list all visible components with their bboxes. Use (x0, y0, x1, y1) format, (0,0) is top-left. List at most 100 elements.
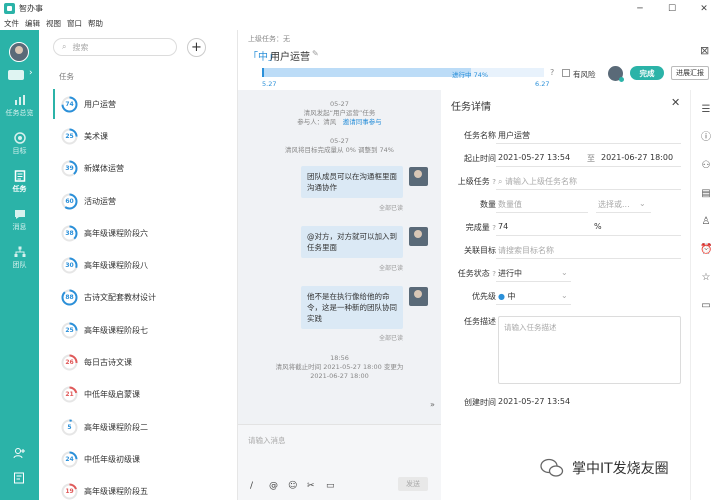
nav-item-message[interactable]: 消息 (0, 208, 39, 240)
info-icon[interactable]: ⓘ (700, 132, 712, 144)
progress-ring: 30 (61, 257, 78, 274)
description-textarea[interactable]: 请输入任务描述 (498, 316, 681, 384)
task-row[interactable]: 24 中低年级初级课 (53, 443, 238, 475)
folder-icon[interactable]: ▭ (326, 481, 345, 491)
send-button[interactable]: 发送 (398, 477, 428, 491)
progress-bar[interactable]: 进行中 74% (262, 68, 544, 79)
task-row[interactable]: 19 高年级课程阶段五 (53, 476, 238, 500)
task-row[interactable]: 60 活动运营 (53, 185, 238, 217)
progress-report-button[interactable]: 进展汇报 (671, 66, 709, 80)
help-icon[interactable]: ? (492, 224, 496, 232)
field-label-text: 任务状态 (457, 269, 490, 278)
add-task-button[interactable]: + (187, 38, 206, 57)
task-list: 74 用户运营 25 美术课 39 新媒体运营 60 活动运营 38 高年级课程阶段六 30 高年级课… (53, 88, 238, 500)
nav-item-overview[interactable]: 任务总览 (0, 94, 39, 126)
chat-bubble[interactable]: 团队成员可以在沟通框里面沟通协作 (301, 166, 403, 198)
quantity-input[interactable]: 数量值 (498, 199, 522, 210)
field-label: 完成量 ? (466, 222, 496, 233)
status-select[interactable]: 进行中 (498, 268, 522, 279)
priority-select[interactable]: ● 中 (498, 291, 516, 302)
task-row[interactable]: 25 美术课 (53, 120, 238, 152)
task-row[interactable]: 38 高年级课程阶段六 (53, 217, 238, 249)
goal-search-input[interactable]: 请搜索目标名称 (498, 245, 554, 256)
card-icon[interactable] (8, 70, 24, 80)
alarm-icon[interactable]: ⏰ (700, 244, 712, 256)
field-label: 关联目标 (464, 246, 496, 255)
sender-avatar[interactable] (409, 287, 428, 306)
end-time-value[interactable]: 2021-06-27 18:00 (601, 153, 673, 162)
task-row[interactable]: 5 高年级课程阶段二 (53, 411, 238, 443)
add-contact-icon[interactable] (13, 447, 25, 459)
message-text: 参与人：清风 (297, 118, 337, 126)
help-icon[interactable]: ? (492, 270, 496, 278)
nav-item-team[interactable]: 团队 (0, 246, 39, 278)
task-row[interactable]: 39 新媒体运营 (53, 153, 238, 185)
note-icon[interactable] (13, 472, 25, 484)
start-time-value[interactable]: 2021-05-27 13:54 (498, 153, 570, 162)
task-row[interactable]: 88 古诗文配套教材设计 (53, 282, 238, 314)
close-window-button[interactable]: ✕ (688, 0, 720, 17)
task-header: 上级任务：无 「中」 用户运营 ✎ ⊠ 进行中 74% 5.27 6.27 ? … (238, 30, 720, 90)
user-icon[interactable]: ♙ (700, 216, 712, 228)
list-icon[interactable]: ☰ (700, 104, 712, 116)
chevron-down-icon[interactable]: ⌄ (561, 268, 568, 277)
parent-task-input[interactable]: ⌕ 请输入上级任务名称 (498, 176, 577, 187)
completion-input[interactable]: 74 (498, 222, 508, 231)
nav-item-task[interactable]: 任务 (0, 170, 39, 202)
maximize-button[interactable]: ☐ (656, 0, 688, 17)
invite-link[interactable]: 邀请同事参与 (343, 118, 382, 126)
menu-window[interactable]: 窗口 (67, 18, 82, 29)
complete-button[interactable]: 完成 (630, 66, 664, 80)
task-row[interactable]: 21 中低年级启蒙课 (53, 379, 238, 411)
chat-bubble[interactable]: 他不是在执行像给他的命令，这是一种新的团队协同实践 (301, 286, 403, 329)
progress-value: 26 (65, 359, 74, 367)
field-label: 优先级 (472, 292, 496, 301)
task-row[interactable]: 26 每日古诗文课 (53, 346, 238, 378)
avatar[interactable] (9, 42, 29, 62)
emoji-icon[interactable]: ☺ (288, 481, 307, 491)
chevron-right-icon[interactable]: › (29, 68, 33, 78)
help-icon[interactable]: ? (492, 178, 496, 186)
member-settings-icon[interactable]: ⚇ (700, 160, 712, 172)
progress-value: 21 (65, 391, 74, 399)
menu-file[interactable]: 文件 (4, 18, 19, 29)
task-name-value[interactable]: 用户运营 (498, 130, 530, 141)
task-name: 中低年级启蒙课 (84, 390, 140, 400)
task-title[interactable]: 用户运营 (270, 48, 310, 63)
assignee-avatar[interactable] (608, 66, 624, 82)
sender-avatar[interactable] (409, 227, 428, 246)
chat-bubble[interactable]: @对方，对方就可以加入到任务里面 (301, 226, 403, 258)
message-composer[interactable]: 请输入消息 / @ ☺ ✂ ▭ 发送 (238, 424, 441, 500)
menu-help[interactable]: 帮助 (88, 18, 103, 29)
menu-view[interactable]: 视图 (46, 18, 61, 29)
star-icon[interactable]: ☆ (700, 272, 712, 284)
collapse-icon[interactable]: » (430, 400, 435, 409)
risk-checkbox[interactable] (562, 69, 570, 77)
message-input[interactable]: 请输入消息 (248, 435, 286, 446)
read-status: 全部已读 (378, 205, 403, 212)
unit-select[interactable]: 选择或... (598, 199, 630, 210)
message-icon (14, 210, 25, 219)
sender-avatar[interactable] (409, 167, 428, 186)
minimize-button[interactable]: ─ (624, 0, 656, 17)
search-input[interactable]: ⌕ 搜索 (53, 38, 177, 56)
folder-icon[interactable]: ▭ (700, 300, 712, 312)
task-row[interactable]: 30 高年级课程阶段八 (53, 249, 238, 281)
progress-ring: 25 (61, 322, 78, 339)
scissors-icon[interactable]: ✂ (307, 481, 326, 491)
chevron-down-icon[interactable]: ⌄ (561, 291, 568, 300)
menu-edit[interactable]: 编辑 (25, 18, 40, 29)
task-row[interactable]: 25 高年级课程阶段七 (53, 314, 238, 346)
edit-icon[interactable]: ✎ (312, 49, 319, 58)
help-icon[interactable]: ? (550, 68, 554, 77)
chevron-down-icon[interactable]: ⌄ (639, 199, 646, 208)
document-icon[interactable]: ▤ (700, 188, 712, 200)
close-detail-icon[interactable]: ✕ (671, 96, 680, 109)
close-task-icon[interactable]: ⊠ (700, 44, 709, 57)
task-row[interactable]: 74 用户运营 (53, 88, 238, 120)
slash-command-icon[interactable]: / (250, 481, 269, 491)
field-created: 创建时间 2021-05-27 13:54 (441, 395, 690, 411)
nav-item-goal[interactable]: 目标 (0, 132, 39, 164)
mention-icon[interactable]: @ (269, 481, 288, 491)
field-underline (496, 166, 681, 167)
